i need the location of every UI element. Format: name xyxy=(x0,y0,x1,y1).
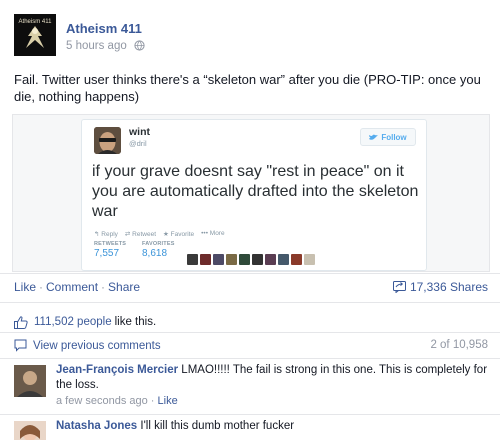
favoriter-avatar xyxy=(291,254,302,265)
shared-image[interactable]: wint @dril Follow if your grave doesnt s… xyxy=(12,114,490,272)
likes-count[interactable]: 111,502 people xyxy=(34,316,112,328)
tweet-actions: ↰ Reply ⇄ Retweet ★ Favorite ••• More xyxy=(94,230,225,238)
comment-meta: a few seconds ago · Like xyxy=(56,395,178,407)
speech-bubble-icon xyxy=(14,339,27,352)
favoriter-avatar xyxy=(200,254,211,265)
shares-count[interactable]: 17,336 Shares xyxy=(392,280,488,294)
page-avatar[interactable]: Atheism 411 xyxy=(14,14,56,56)
likes-summary: 111,502 people like this. xyxy=(14,314,156,330)
favoriter-avatar xyxy=(226,254,237,265)
comment-item: Natasha Jones I'll kill this dumb mother… xyxy=(14,419,488,440)
divider xyxy=(0,414,500,415)
tweet-reply: ↰ Reply xyxy=(94,231,118,238)
post-header: Atheism 411 Atheism 411 5 hours ago xyxy=(14,14,474,58)
tweet-text: if your grave doesnt say "rest in peace"… xyxy=(92,163,419,220)
page-logo-icon: Atheism 411 xyxy=(14,14,56,56)
comment-body: Jean-François Mercier LMAO!!!!! The fail… xyxy=(56,363,488,409)
man-face-icon xyxy=(94,127,121,154)
post-action-bar: Like · Comment · Share 17,336 Shares xyxy=(14,280,488,294)
favoriter-avatar xyxy=(278,254,289,265)
comment-item: Jean-François Mercier LMAO!!!!! The fail… xyxy=(14,363,488,413)
share-icon xyxy=(392,281,406,293)
favoriter-avatar xyxy=(265,254,276,265)
post-timestamp: 5 hours ago xyxy=(66,40,145,52)
tweet-retweet: ⇄ Retweet xyxy=(124,231,157,238)
follow-bird-icon xyxy=(369,134,379,140)
comment-author[interactable]: Jean-François Mercier xyxy=(56,364,178,376)
divider xyxy=(0,273,500,274)
favoriter-avatar xyxy=(252,254,263,265)
comment-time[interactable]: a few seconds ago xyxy=(56,395,148,407)
favoriter-avatar xyxy=(213,254,224,265)
view-previous-link[interactable]: View previous comments xyxy=(33,340,161,352)
tweet-author-name: wint xyxy=(129,126,150,138)
divider xyxy=(0,302,500,303)
favoriter-avatar xyxy=(239,254,250,265)
favoriter-avatar xyxy=(304,254,315,265)
avatar-photo-icon xyxy=(14,421,46,440)
post-time[interactable]: 5 hours ago xyxy=(66,40,127,52)
comment-avatar[interactable] xyxy=(14,421,46,440)
divider xyxy=(0,358,500,359)
tweet-follow-button: Follow xyxy=(360,128,416,146)
likes-rest: like this. xyxy=(114,316,157,328)
thumbs-up-icon xyxy=(14,315,28,329)
comment-link[interactable]: Comment xyxy=(46,280,98,294)
comment-avatar[interactable] xyxy=(14,365,46,397)
tweet-avatar xyxy=(94,127,121,154)
tweet-more: ••• More xyxy=(201,230,225,237)
divider xyxy=(0,332,500,333)
like-link[interactable]: Like xyxy=(14,280,36,294)
tweet-follow-label: Follow xyxy=(381,132,407,142)
tweet-favorites: FAVORITES 8,618 xyxy=(142,241,175,259)
tweet-retweets: RETWEETS 7,557 xyxy=(94,241,127,259)
favoriter-avatar xyxy=(187,254,198,265)
page-name[interactable]: Atheism 411 xyxy=(66,21,142,36)
post-text: Fail. Twitter user thinks there's a “ske… xyxy=(14,72,481,104)
tweet-favorite: ★ Favorite xyxy=(163,231,195,238)
tweet-author-handle: @dril xyxy=(129,139,147,148)
comment-author[interactable]: Natasha Jones xyxy=(56,420,137,432)
comment-body: Natasha Jones I'll kill this dumb mother… xyxy=(56,419,488,434)
share-link[interactable]: Share xyxy=(108,280,140,294)
comments-count: 2 of 10,958 xyxy=(430,339,488,351)
comment-like-link[interactable]: Like xyxy=(158,395,178,407)
globe-icon xyxy=(134,40,145,51)
view-previous-comments: View previous comments 2 of 10,958 xyxy=(14,339,488,355)
comment-text: I'll kill this dumb mother fucker xyxy=(140,420,295,432)
tweet-favoriter-avatars xyxy=(187,254,315,265)
avatar-photo-icon xyxy=(14,365,46,397)
svg-text:Atheism 411: Atheism 411 xyxy=(19,19,53,25)
tweet-card: wint @dril Follow if your grave doesnt s… xyxy=(81,119,427,271)
